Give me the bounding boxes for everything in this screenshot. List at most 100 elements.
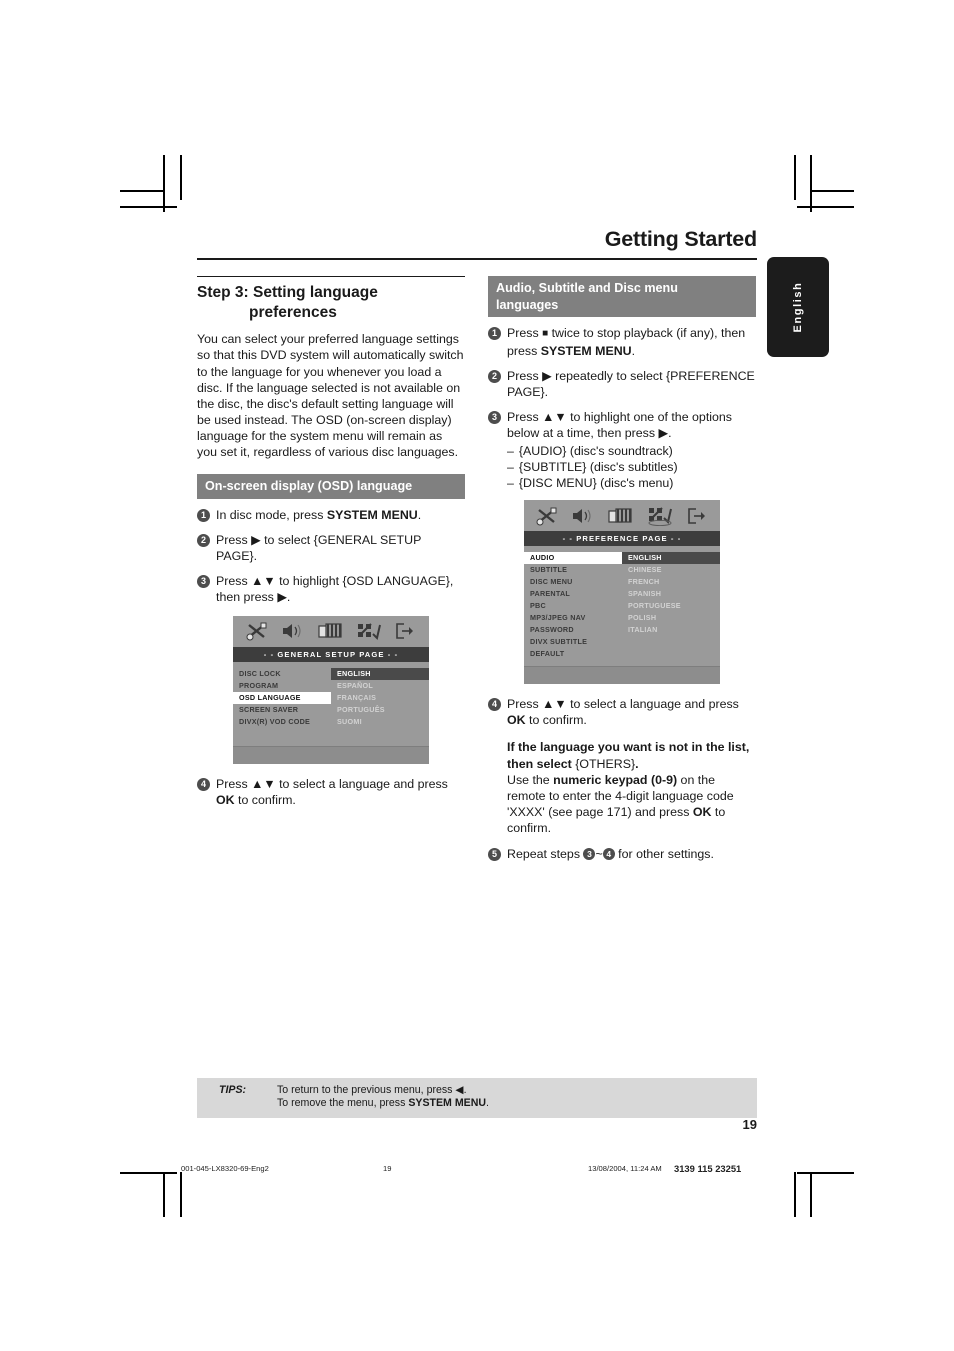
side-tab-label: English (792, 281, 804, 333)
crop-mark-line (180, 155, 182, 200)
crop-mark-line (797, 1172, 854, 1174)
dash-bullet: – (507, 476, 514, 491)
osd-option[interactable]: PORTUGUÊS (331, 704, 429, 716)
crop-mark-line (163, 155, 165, 212)
intro-paragraph: You can select your preferred language s… (197, 332, 464, 460)
osd-menu-item[interactable]: DIVX SUBTITLE (524, 636, 622, 648)
left-column: Step 3: Setting language preferences You… (197, 276, 465, 870)
crop-mark-line (794, 1172, 796, 1217)
osd-footer-bar (524, 665, 720, 684)
osd-menu-item-selected[interactable]: OSD LANGUAGE (233, 691, 331, 704)
step-text-bold: OK (216, 792, 235, 807)
osd-option[interactable]: CHINESE (622, 564, 720, 576)
right-step-1: 1 Press ■ twice to stop playback (if any… (488, 325, 756, 358)
osd-option[interactable]: ITALIAN (622, 624, 720, 636)
step-text-part: Press (216, 532, 252, 547)
step-number: 2 (488, 369, 501, 383)
step-number: 4 (488, 697, 501, 711)
crop-mark-line (120, 190, 164, 192)
others-language-note: If the language you want is not in the l… (488, 739, 756, 836)
osd-option-selected[interactable]: ENGLISH (622, 552, 720, 565)
step-text-part: . (668, 426, 672, 441)
osd-option-list: ENGLISH CHINESE FRENCH SPANISH PORTUGUES… (622, 552, 720, 660)
osd-menu-item[interactable]: SCREEN SAVER (233, 704, 331, 716)
osd-menu-item[interactable]: PBC (524, 600, 622, 612)
osd-option-selected[interactable]: ENGLISH (331, 667, 429, 680)
right-arrow-icon: ▶ (658, 426, 669, 441)
preference-icon (647, 506, 673, 526)
step-number: 3 (197, 575, 210, 589)
osd-menu-item[interactable]: DEFAULT (524, 648, 622, 660)
note-bold: . (635, 756, 639, 771)
header-rule (197, 258, 757, 261)
step-number: 1 (197, 508, 210, 522)
step-text-bold: SYSTEM MENU (540, 343, 632, 358)
note-part: {OTHERS} (575, 756, 636, 771)
osd-panes: AUDIO SUBTITLE DISC MENU PARENTAL PBC MP… (524, 546, 720, 666)
exit-icon (686, 507, 708, 525)
preference-icon (357, 622, 382, 641)
speaker-icon (281, 622, 305, 640)
osd-option[interactable]: FRANÇAIS (331, 692, 429, 704)
step-reference-badge: 4 (602, 847, 615, 860)
osd-menu-item[interactable]: DISC LOCK (233, 668, 331, 680)
list-item: – {AUDIO} (disc's soundtrack) (507, 443, 756, 459)
tools-icon (536, 506, 558, 526)
osd-option-list: ENGLISH ESPAÑOL FRANÇAIS PORTUGUÊS SUOMI (331, 667, 429, 740)
step-text-part: to select a language and press (275, 776, 448, 791)
left-step-1: 1 In disc mode, press SYSTEM MENU. (197, 507, 465, 523)
list-item: – {SUBTITLE} (disc's subtitles) (507, 459, 756, 475)
step-text-part: Press (507, 410, 543, 425)
step3-heading-line2: preferences (249, 304, 337, 322)
osd-menu-item[interactable]: PASSWORD (524, 624, 622, 636)
osd-panes: DISC LOCK PROGRAM OSD LANGUAGE SCREEN SA… (233, 662, 429, 746)
manual-page: Getting Started Step 3: Setting language… (197, 220, 757, 871)
step-number: 5 (488, 847, 501, 861)
osd-menu-item[interactable]: DIVX(R) VOD CODE (233, 716, 331, 728)
step-text-part: Press (216, 776, 252, 791)
step-text: In disc mode, press SYSTEM MENU. (216, 507, 465, 523)
step-text: Repeat steps 3 ~4 for other settings. (507, 846, 756, 862)
section-heading-line1: Audio, Subtitle and Disc menu (496, 281, 678, 296)
right-step-5: 5 Repeat steps 3 ~4 for other settings. (488, 846, 756, 862)
osd-option[interactable]: SPANISH (622, 588, 720, 600)
osd-footer-bar (233, 745, 429, 764)
osd-option[interactable]: SUOMI (331, 716, 429, 728)
osd-menu-item[interactable]: SUBTITLE (524, 564, 622, 576)
exit-icon (394, 622, 416, 640)
list-item: – {DISC MENU} (disc's menu) (507, 475, 756, 491)
crop-mark-line (180, 1172, 182, 1217)
left-step-4: 4 Press ▲▼ to select a language and pres… (197, 776, 465, 808)
tips-line-1: To return to the previous menu, press ◀. (277, 1084, 489, 1097)
tips-content: To return to the previous menu, press ◀.… (277, 1084, 489, 1111)
video-icon (608, 507, 634, 525)
osd-menu-item[interactable]: MP3/JPEG NAV (524, 612, 622, 624)
up-down-arrow-icon: ▲▼ (251, 574, 276, 589)
right-step-2: 2 Press ▶ repeatedly to select {PREFEREN… (488, 368, 756, 400)
step-text-part: Press (507, 326, 543, 341)
osd-option[interactable]: POLISH (622, 612, 720, 624)
osd-option[interactable]: FRENCH (622, 576, 720, 588)
step-reference-badge: 3 (583, 847, 596, 860)
preference-page-figure: - - PREFERENCE PAGE - - AUDIO SUBTITLE D… (524, 500, 720, 684)
osd-menu-item[interactable]: PROGRAM (233, 680, 331, 692)
right-arrow-icon: ▶ (542, 368, 552, 383)
running-head: Getting Started (197, 220, 757, 258)
note-bold: numeric keypad (0-9) (553, 772, 678, 787)
step-text: Press ▲▼ to highlight {OSD LANGUAGE}, th… (216, 573, 465, 605)
osd-menu-item[interactable]: DISC MENU (524, 576, 622, 588)
osd-menu-item[interactable]: PARENTAL (524, 588, 622, 600)
osd-menu-item-selected[interactable]: AUDIO (524, 552, 622, 565)
step-number: 1 (488, 327, 501, 341)
option-sublist: – {AUDIO} (disc's soundtrack) – {SUBTITLE}… (507, 443, 756, 492)
step-text: Press ■ twice to stop playback (if any),… (507, 325, 756, 358)
step-text-part: to confirm. (525, 713, 587, 728)
osd-language-section-heading: On-screen display (OSD) language (197, 474, 465, 499)
step-text: Press ▶ repeatedly to select {PREFERENCE… (507, 368, 756, 400)
left-step-3: 3 Press ▲▼ to highlight {OSD LANGUAGE}, … (197, 573, 465, 605)
osd-option[interactable]: ESPAÑOL (331, 680, 429, 692)
osd-option[interactable]: PORTUGUESE (622, 600, 720, 612)
note-bold: OK (692, 805, 712, 820)
step-text-part: ~ (595, 846, 603, 861)
sublist-text: {DISC MENU} (disc's menu) (518, 476, 674, 491)
